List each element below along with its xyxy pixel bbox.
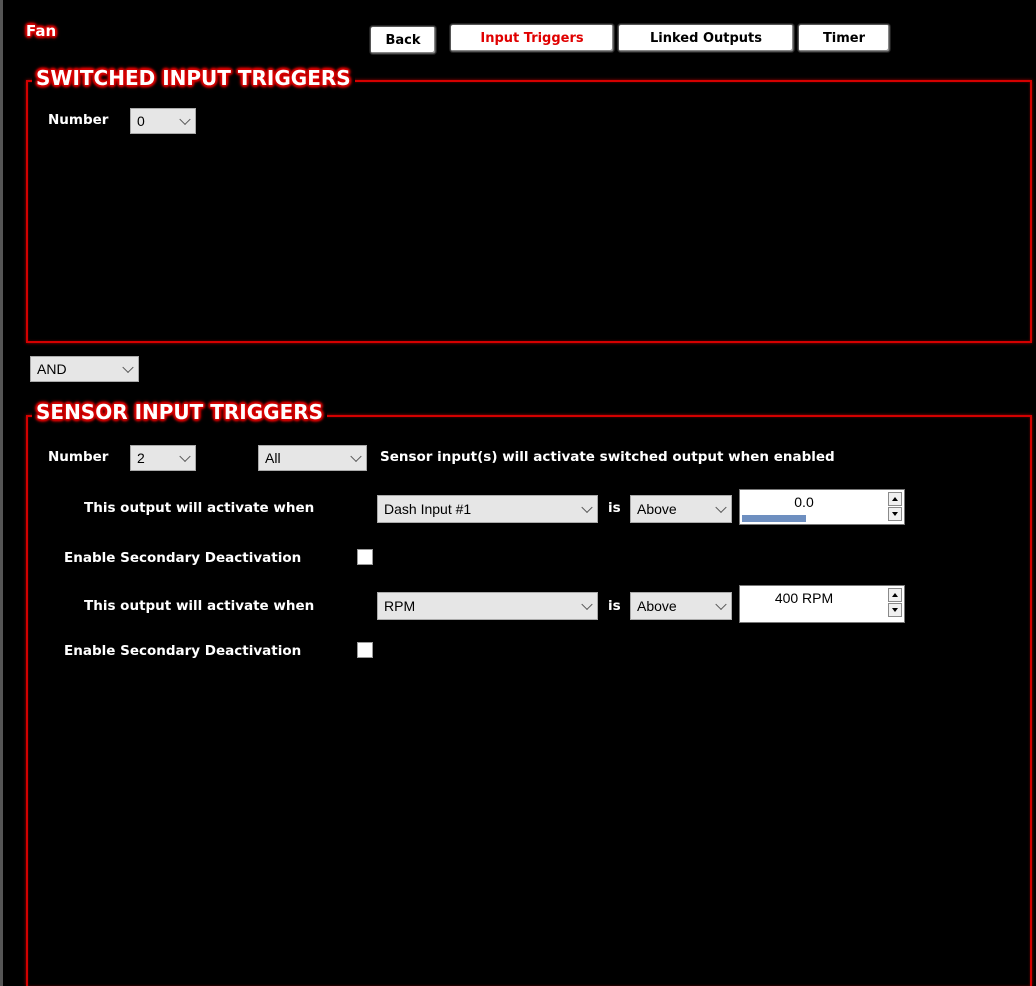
threshold-value: 0.0 xyxy=(794,494,814,510)
sensor-mode-value: All xyxy=(265,450,281,466)
sensor-input-value: Dash Input #1 xyxy=(384,501,472,517)
chevron-down-icon xyxy=(122,361,134,374)
logic-operator-value: AND xyxy=(37,361,67,377)
is-label: is xyxy=(608,598,621,614)
chevron-down-icon xyxy=(715,598,727,611)
sensor-description: Sensor input(s) will activate switched o… xyxy=(380,449,835,465)
chevron-down-icon xyxy=(350,450,362,463)
threshold-level-fill xyxy=(742,515,806,522)
chevron-down-icon xyxy=(179,113,191,126)
switched-number-value: 0 xyxy=(137,113,145,129)
app-title: Fan xyxy=(26,22,57,40)
condition-value: Above xyxy=(637,501,677,517)
sensor-input-triggers-title: SENSOR INPUT TRIGGERS xyxy=(32,400,328,424)
logic-operator-select[interactable]: AND xyxy=(30,356,139,382)
arrow-up-icon xyxy=(892,497,898,501)
tab-linked-outputs[interactable]: Linked Outputs xyxy=(618,24,794,52)
activation-label: This output will activate when xyxy=(84,598,315,614)
spin-up-button[interactable] xyxy=(888,492,902,506)
window-left-edge xyxy=(0,0,3,986)
secondary-deactivation-checkbox[interactable] xyxy=(357,642,373,658)
sensor-input-value: RPM xyxy=(384,598,416,614)
threshold-level-bar xyxy=(742,515,870,522)
threshold-value: 400 RPM xyxy=(774,590,834,606)
threshold-level-bar xyxy=(742,613,870,620)
secondary-deactivation-checkbox[interactable] xyxy=(357,549,373,565)
switched-input-triggers-title: SWITCHED INPUT TRIGGERS xyxy=(32,66,355,90)
sensor-input-select[interactable]: Dash Input #1 xyxy=(377,495,598,523)
spin-down-button[interactable] xyxy=(888,507,902,521)
tab-timer[interactable]: Timer xyxy=(798,24,890,52)
arrow-down-icon xyxy=(892,608,898,612)
is-label: is xyxy=(608,500,621,516)
sensor-number-label: Number xyxy=(48,449,109,465)
arrow-down-icon xyxy=(892,512,898,516)
secondary-deactivation-label: Enable Secondary Deactivation xyxy=(64,550,302,566)
arrow-up-icon xyxy=(892,593,898,597)
sensor-mode-select[interactable]: All xyxy=(258,445,367,471)
chevron-down-icon xyxy=(581,598,593,611)
condition-value: Above xyxy=(637,598,677,614)
tab-back[interactable]: Back xyxy=(370,26,436,54)
secondary-deactivation-label: Enable Secondary Deactivation xyxy=(64,643,302,659)
activation-label: This output will activate when xyxy=(84,500,315,516)
spin-up-button[interactable] xyxy=(888,588,902,602)
chevron-down-icon xyxy=(715,501,727,514)
threshold-spinner[interactable]: 400 RPM xyxy=(739,585,905,623)
condition-select[interactable]: Above xyxy=(630,592,732,620)
chevron-down-icon xyxy=(179,450,191,463)
spin-down-button[interactable] xyxy=(888,603,902,617)
sensor-number-select[interactable]: 2 xyxy=(130,445,196,471)
condition-select[interactable]: Above xyxy=(630,495,732,523)
sensor-number-value: 2 xyxy=(137,450,145,466)
chevron-down-icon xyxy=(581,501,593,514)
threshold-spinner[interactable]: 0.0 xyxy=(739,489,905,525)
switched-number-label: Number xyxy=(48,112,109,128)
tab-input-triggers[interactable]: Input Triggers xyxy=(450,24,614,52)
sensor-input-select[interactable]: RPM xyxy=(377,592,598,620)
switched-number-select[interactable]: 0 xyxy=(130,108,196,134)
